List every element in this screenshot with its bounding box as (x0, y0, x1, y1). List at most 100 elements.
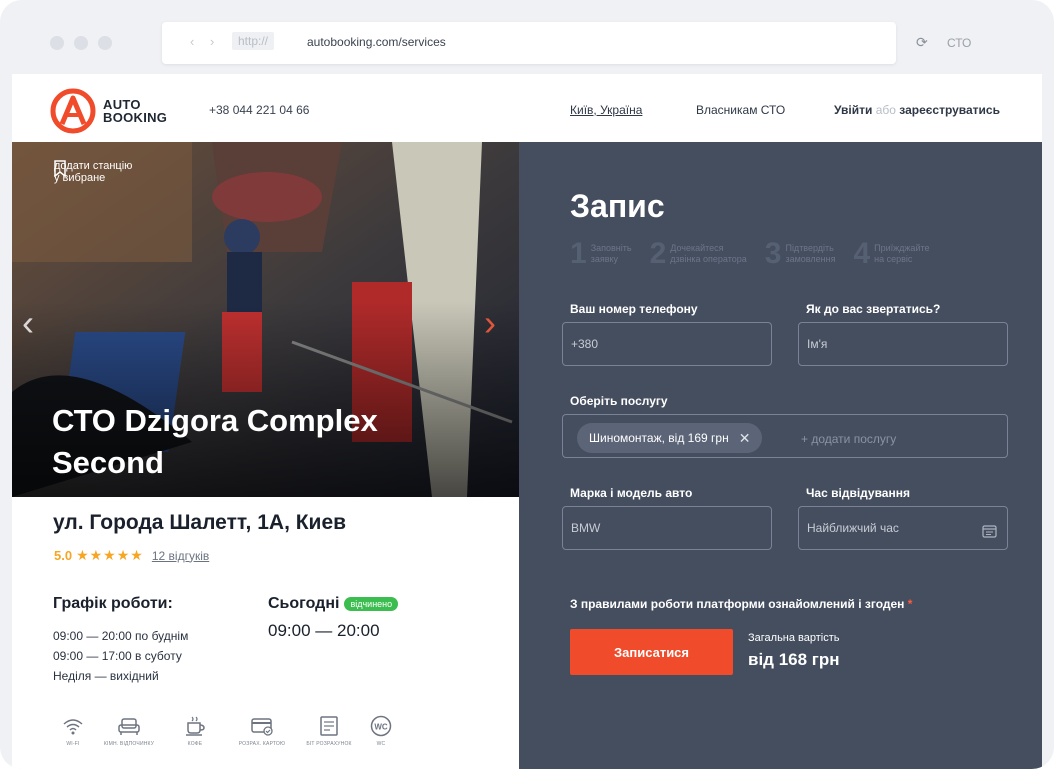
schedule-line: Неділя — вихідний (53, 669, 159, 683)
time-label: Час відвідування (806, 486, 910, 500)
station-title: СТО Dzigora Complex Second (52, 403, 378, 480)
logo-text-line2: BOOKING (103, 110, 168, 125)
open-status-badge: відчинено (344, 597, 399, 611)
amenity-item: WI-FI (52, 714, 94, 747)
rating-stars-icon: ★★★★★ (76, 547, 144, 563)
amenity-item: РОЗРАХ. КАРТОЮ (226, 714, 298, 747)
wifi-icon (63, 719, 83, 735)
receipt-icon (320, 716, 338, 736)
prev-photo-icon[interactable]: ‹ (22, 302, 34, 344)
auth-separator: або (875, 103, 896, 117)
amenity-item: КОФЕ (164, 714, 226, 747)
step-text-line1: Заповніть (590, 243, 632, 253)
logo-icon (50, 88, 96, 134)
amenity-item: КІМН. ВІДПОЧИНКУ (94, 714, 164, 747)
tab-title[interactable]: СТО (947, 36, 971, 50)
step-item: 2 Дочекайтеся дзвінка оператора (650, 239, 747, 269)
maximize-window-button[interactable] (98, 36, 112, 50)
step-text: Заповніть заявку (591, 243, 632, 265)
address-bar[interactable]: ‹ › http:// autobooking.com/services (162, 22, 896, 64)
browser-window: ‹ › http:// autobooking.com/services ⟳ С… (0, 0, 1054, 769)
site-header: AUTO BOOKING +38 044 221 04 66 Київ, Укр… (12, 74, 1042, 142)
service-label: Оберіть послугу (570, 394, 668, 408)
minimize-window-button[interactable] (74, 36, 88, 50)
booking-form-panel: Запис 1 Заповніть заявку 2 Дочекайтеся д… (519, 142, 1042, 769)
card-icon (251, 718, 273, 736)
amenity-label: КОФЕ (187, 741, 203, 747)
required-mark: * (907, 597, 913, 611)
amenity-label: БІТ РОЗРАХУНОК (306, 741, 352, 747)
step-number: 1 (570, 237, 587, 270)
amenity-item: WC WC (360, 714, 402, 747)
booking-steps: 1 Заповніть заявку 2 Дочекайтеся дзвінка… (570, 239, 948, 269)
amenity-label: WC (376, 741, 386, 747)
name-label: Як до вас звертатись? (806, 302, 941, 316)
close-window-button[interactable] (50, 36, 64, 50)
step-text-line1: Дочекайтеся (670, 243, 724, 253)
reload-icon[interactable]: ⟳ (916, 34, 928, 51)
site-logo[interactable]: AUTO BOOKING (50, 88, 167, 134)
today-label: Сьогодні (268, 595, 340, 612)
amenity-label: КІМН. ВІДПОЧИНКУ (103, 741, 155, 747)
form-title: Запис (570, 188, 665, 224)
amenity-label: WI-FI (66, 741, 80, 747)
step-item: 1 Заповніть заявку (570, 239, 632, 269)
step-text-line2: замовлення (785, 254, 836, 264)
svg-text:WC: WC (374, 723, 388, 732)
auth-links: Увійти або зареєструватись (834, 103, 1000, 117)
schedule-list: 09:00 — 20:00 по буднім 09:00 — 17:00 в … (53, 626, 188, 686)
step-text-line2: на сервіс (874, 254, 913, 264)
next-photo-icon[interactable]: › (484, 302, 496, 344)
step-text-line2: дзвінка оператора (670, 254, 747, 264)
schedule-line: 09:00 — 17:00 в суботу (53, 649, 182, 663)
logo-text: AUTO BOOKING (103, 98, 167, 124)
schedule-line: 09:00 — 20:00 по буднім (53, 629, 189, 643)
step-text-line2: заявку (590, 254, 619, 264)
terms-text: З правилами роботи платформи ознайомлени… (570, 597, 905, 611)
window-controls (50, 36, 112, 50)
wc-icon: WC (370, 715, 392, 737)
reviews-link[interactable]: 12 відгуків (152, 549, 209, 563)
step-text: Приїжджайте на сервіс (874, 243, 929, 265)
url-text[interactable]: autobooking.com/services (307, 35, 446, 49)
station-rating: 5.0 ★★★★★ 12 відгуків (54, 547, 209, 564)
web-page: AUTO BOOKING +38 044 221 04 66 Київ, Укр… (12, 74, 1042, 769)
step-number: 4 (853, 237, 871, 270)
time-input[interactable] (798, 506, 1008, 550)
amenity-item: БІТ РОЗРАХУНОК (298, 714, 360, 747)
header-phone[interactable]: +38 044 221 04 66 (209, 103, 309, 117)
coffee-icon (186, 716, 205, 736)
station-photo: додати станцію у вибране ‹ › СТО Dzigora… (12, 142, 519, 497)
service-chip: Шиномонтаж, від 169 грн ✕ (577, 423, 763, 453)
terms-agreement[interactable]: З правилами роботи платформи ознайомлени… (570, 597, 912, 611)
step-item: 3 Підтвердіть замовлення (765, 239, 836, 269)
schedule-title: Графік роботи: (53, 595, 173, 612)
calendar-icon[interactable] (982, 524, 997, 538)
car-input[interactable] (562, 506, 772, 550)
station-address: ул. Города Шалетт, 1А, Киев (53, 511, 347, 534)
nav-arrows-icon[interactable]: ‹ › (190, 34, 220, 49)
name-input[interactable] (798, 322, 1008, 366)
add-to-favorites[interactable]: додати станцію у вибране (54, 160, 132, 184)
login-link[interactable]: Увійти (834, 103, 872, 117)
total-cost-value: від 168 грн (748, 650, 840, 669)
city-selector-link[interactable]: Київ, Україна (570, 103, 642, 117)
step-number: 2 (649, 237, 667, 270)
browser-chrome: ‹ › http:// autobooking.com/services ⟳ С… (12, 14, 1042, 74)
bookmark-icon (54, 160, 66, 177)
today-title: Сьогодні відчинено (268, 595, 399, 613)
remove-service-icon[interactable]: ✕ (739, 430, 751, 447)
rating-score: 5.0 (54, 548, 73, 563)
today-hours: 09:00 — 20:00 (268, 621, 380, 640)
phone-input[interactable] (562, 322, 772, 366)
add-service-link[interactable]: + додати послугу (801, 432, 896, 446)
register-link[interactable]: зареєструватись (899, 103, 1000, 117)
car-label: Марка і модель авто (570, 486, 693, 500)
step-number: 3 (764, 237, 782, 270)
service-chip-label: Шиномонтаж, від 169 грн (589, 431, 729, 445)
phone-label: Ваш номер телефону (570, 302, 698, 316)
step-text-line1: Підтвердіть (785, 243, 834, 253)
owners-link[interactable]: Власникам СТО (696, 103, 785, 117)
step-item: 4 Приїжджайте на сервіс (853, 239, 929, 269)
submit-booking-button[interactable]: Записатися (570, 629, 733, 675)
